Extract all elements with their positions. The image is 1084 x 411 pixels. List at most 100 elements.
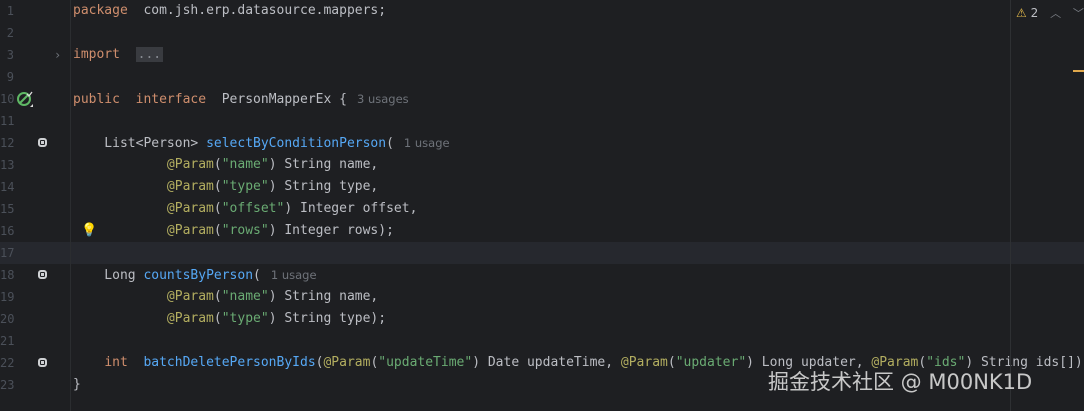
code-line[interactable]: 3 import ... › <box>0 44 1084 66</box>
line-number: 14 <box>0 180 15 194</box>
warnings-count: 2 <box>1030 6 1039 20</box>
code-token: Long <box>73 268 136 283</box>
code-token: ) Integer rows); <box>268 223 394 238</box>
code-token: "offset" <box>221 201 285 216</box>
code-token: @Param <box>166 201 214 216</box>
code-line[interactable]: 2 <box>0 22 1084 44</box>
code-token: ( <box>253 268 261 283</box>
fold-chevron-icon[interactable]: › <box>54 44 61 66</box>
code-token: @Param <box>166 311 214 326</box>
code-line[interactable]: 17 <box>0 242 1084 264</box>
code-text: @Param("name") String name, <box>73 286 378 308</box>
code-token: "type" <box>221 311 269 326</box>
code-line[interactable]: 20 @Param("type") String type); <box>0 308 1084 330</box>
code-token: ( <box>213 179 222 194</box>
code-token: ( <box>213 311 222 326</box>
code-text: @Param("type") String type); <box>73 308 386 330</box>
code-line[interactable]: 1 package com.jsh.erp.datasource.mappers; <box>0 0 1084 22</box>
line-number: 3 <box>6 48 14 62</box>
line-number: 11 <box>0 114 15 128</box>
code-line[interactable]: 16 @Param("rows") Integer rows); 💡 <box>0 220 1084 242</box>
code-token: ( <box>386 136 394 151</box>
code-token: ) String name, <box>268 289 379 304</box>
code-token: @Param <box>166 157 214 172</box>
code-line[interactable]: 18 Long countsByPerson(1 usage <box>0 264 1084 286</box>
code-token: com.jsh.erp.datasource.mappers; <box>143 3 387 18</box>
line-number: 10 <box>0 92 15 106</box>
code-text: public interface PersonMapperEx { 3 usage… <box>73 88 409 111</box>
gutter-separator <box>70 0 71 411</box>
code-token: ) Date updateTime, <box>472 355 621 370</box>
next-highlight-icon[interactable]: ﹀ <box>1073 7 1084 20</box>
code-token: "type" <box>221 179 269 194</box>
code-token: @Param <box>166 289 214 304</box>
code-line[interactable]: 13 @Param("name") String name, <box>0 154 1084 176</box>
code-line[interactable]: 9 <box>0 66 1084 88</box>
line-number: 23 <box>0 378 15 392</box>
warning-icon: ⚠ <box>1016 6 1027 20</box>
line-number: 18 <box>0 268 15 282</box>
line-number: 21 <box>0 334 15 348</box>
code-token: @Param <box>323 355 371 370</box>
code-token: ( <box>213 157 222 172</box>
line-number: 17 <box>0 246 15 260</box>
code-text: } <box>73 374 81 396</box>
code-text: @Param("offset") Integer offset, <box>73 198 417 220</box>
code-token: import <box>73 47 120 62</box>
code-line[interactable]: 14 @Param("type") String type, <box>0 176 1084 198</box>
implemented-method-icon[interactable] <box>38 138 47 147</box>
folded-imports[interactable]: ... <box>135 47 164 62</box>
code-token: ) String name, <box>268 157 379 172</box>
inspection-widget[interactable]: ⚠ 2 ︿ ﹀ <box>1016 4 1084 22</box>
code-line[interactable]: 11 <box>0 110 1084 132</box>
line-number: 15 <box>0 202 15 216</box>
implemented-method-icon[interactable] <box>38 270 47 279</box>
code-token: "rows" <box>221 223 269 238</box>
code-token: List<Person> <box>73 136 199 151</box>
usage-hint[interactable]: 1 usage <box>271 268 317 282</box>
code-token: int <box>104 355 128 370</box>
lightbulb-icon[interactable]: 💡 <box>81 220 97 242</box>
line-number: 1 <box>6 4 14 18</box>
usage-hint[interactable]: 3 usages <box>357 92 409 106</box>
code-token: ( <box>213 223 222 238</box>
code-line[interactable]: 15 @Param("offset") Integer offset, <box>0 198 1084 220</box>
code-line[interactable]: 19 @Param("name") String name, <box>0 286 1084 308</box>
code-token: "name" <box>221 157 269 172</box>
line-number: 12 <box>0 136 15 150</box>
watermark: 掘金技术社区 @ M00NK1D <box>768 370 1033 394</box>
code-token: package <box>73 3 128 18</box>
code-text: package com.jsh.erp.datasource.mappers; <box>73 0 386 22</box>
line-number: 16 <box>0 224 15 238</box>
right-margin-guide <box>1010 0 1011 411</box>
code-line[interactable]: 21 <box>0 330 1084 352</box>
code-token: interface <box>135 92 207 107</box>
code-token: ) String type); <box>268 311 387 326</box>
code-token: public <box>73 92 120 107</box>
code-line[interactable]: 12 List<Person> selectByConditionPerson(… <box>0 132 1084 154</box>
code-token: ) String type, <box>268 179 379 194</box>
previous-highlight-icon[interactable]: ︿ <box>1050 7 1061 20</box>
code-token: ( <box>213 201 222 216</box>
line-number: 9 <box>6 70 14 84</box>
code-token: } <box>73 377 81 392</box>
scrollbar-warning-marker[interactable] <box>1073 70 1084 72</box>
usage-hint[interactable]: 1 usage <box>404 136 450 150</box>
line-number: 19 <box>0 290 15 304</box>
code-token: @Param <box>166 179 214 194</box>
line-number: 2 <box>6 26 14 40</box>
code-text: @Param("name") String name, <box>73 154 378 176</box>
code-token: selectByConditionPerson <box>206 136 387 151</box>
implemented-method-icon[interactable] <box>38 358 47 367</box>
code-line[interactable]: 10 public interface PersonMapperEx { 3 usa… <box>0 88 1084 110</box>
code-token: countsByPerson <box>143 268 254 283</box>
code-text: @Param("type") String type, <box>73 176 378 198</box>
code-token: PersonMapperEx { <box>221 92 347 107</box>
code-token: @Param <box>166 223 214 238</box>
